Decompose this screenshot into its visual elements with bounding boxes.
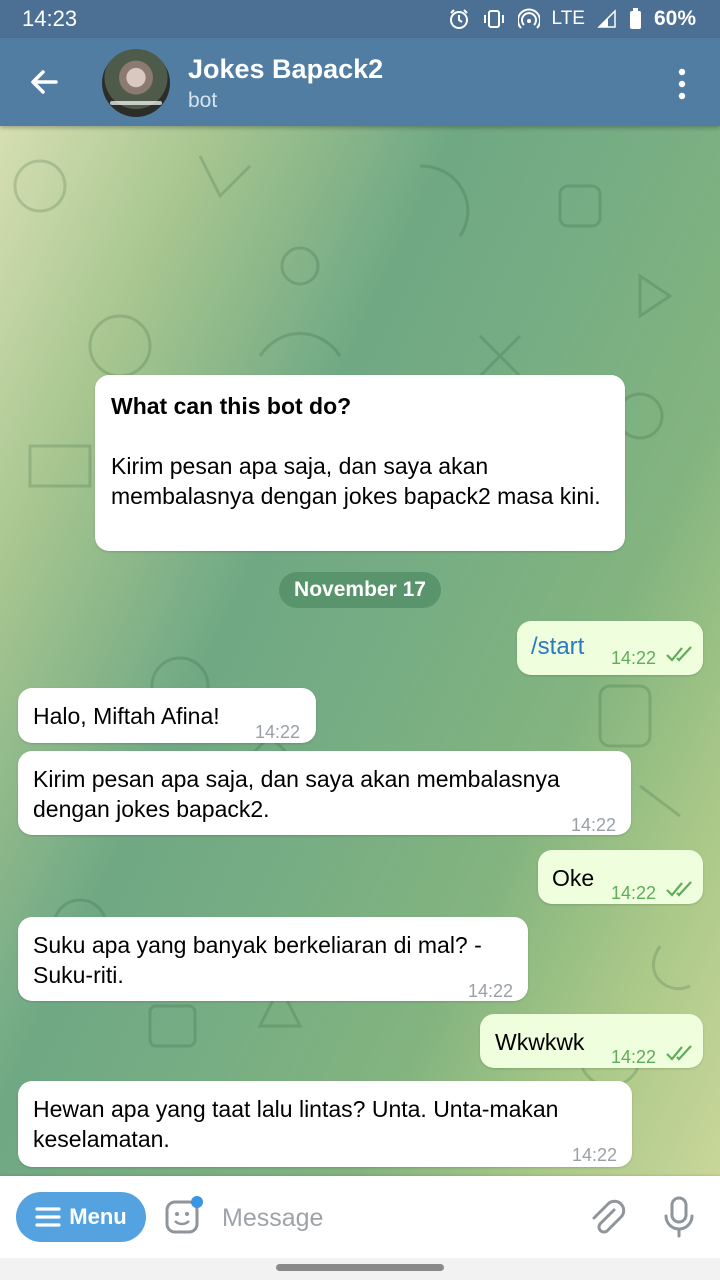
message-time: 14:22 [572,1145,618,1165]
attach-icon[interactable] [586,1196,626,1238]
message-bubble-outgoing[interactable]: Wkwkwk 14:22 [480,1014,703,1068]
message-bubble-incoming[interactable]: Kirim pesan apa saja, dan saya akan memb… [18,751,631,835]
signal-icon [597,9,616,28]
chat-subtitle: bot [188,89,218,112]
chat-title[interactable]: Jokes Bapack2 [188,54,383,85]
message-time: 14:22 [611,883,657,903]
menu-button-label: Menu [69,1204,127,1229]
chat-area[interactable]: What can this bot do? Kirim pesan apa sa… [0,126,720,1176]
hamburger-icon [35,1207,61,1227]
status-time: 14:23 [22,6,78,31]
avatar[interactable] [102,49,170,117]
message-bubble-outgoing[interactable]: /start 14:22 [517,621,703,675]
status-icons: LTE 60% [448,7,696,31]
message-time: 14:22 [255,722,301,742]
status-bar: 14:23 LTE 60% [0,0,720,38]
message-time: 14:22 [468,981,514,1001]
message-text[interactable]: Suku apa yang banyak berkeliaran di mal?… [33,930,513,990]
message-input-bar: Menu [0,1176,720,1258]
double-check-icon [666,646,692,662]
message-text[interactable]: /start [531,632,584,662]
bot-menu-button[interactable]: Menu [16,1192,146,1242]
message-text[interactable]: Wkwkwk [495,1027,584,1057]
sticker-icon[interactable] [164,1196,204,1236]
message-time: 14:22 [611,1047,657,1067]
message-input[interactable] [220,1194,564,1242]
double-check-icon [666,1045,692,1061]
home-gesture-handle[interactable] [276,1264,444,1271]
more-vertical-icon[interactable] [668,66,696,102]
message-text[interactable]: Hewan apa yang taat lalu lintas? Unta. U… [33,1094,623,1154]
message-time: 14:22 [611,648,657,668]
alarm-icon [449,9,468,29]
message-time: 14:22 [571,815,617,835]
system-nav-bar [0,1258,720,1280]
double-check-icon [666,881,692,897]
message-bubble-outgoing[interactable]: Oke 14:22 [538,850,703,904]
network-type: LTE [551,8,585,29]
message-bubble-incoming[interactable]: Suku apa yang banyak berkeliaran di mal?… [18,917,528,1001]
message-text[interactable]: Kirim pesan apa saja, dan saya akan memb… [33,764,618,824]
vibrate-icon [483,10,504,28]
bot-info-description: Kirim pesan apa saja, dan saya akan memb… [111,453,601,509]
battery-level: 60% [653,7,696,30]
bot-info-title: What can this bot do? [111,393,352,419]
mic-icon[interactable] [662,1196,696,1238]
chat-header: Jokes Bapack2 bot [0,38,720,126]
hotspot-icon [517,8,540,29]
message-text[interactable]: Oke [552,863,594,893]
date-divider: November 17 [279,572,441,608]
message-text[interactable]: Halo, Miftah Afina! [33,701,220,731]
message-bubble-incoming[interactable]: Hewan apa yang taat lalu lintas? Unta. U… [18,1081,632,1167]
battery-icon [629,8,641,29]
message-bubble-incoming[interactable]: Halo, Miftah Afina! 14:22 [18,688,316,743]
back-arrow-icon[interactable] [24,62,64,102]
avatar-caption-bar [110,101,162,105]
bot-info-card: What can this bot do? Kirim pesan apa sa… [95,375,625,551]
